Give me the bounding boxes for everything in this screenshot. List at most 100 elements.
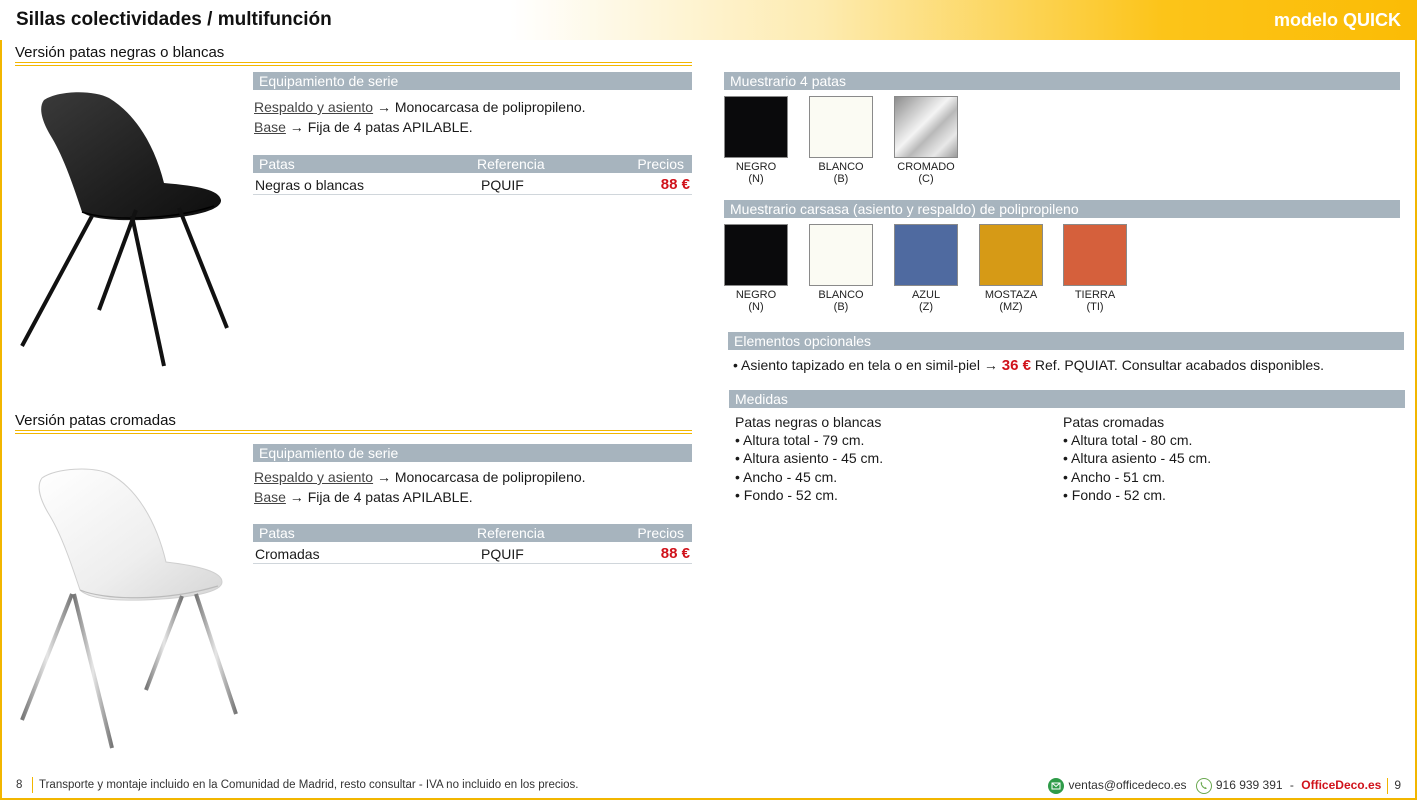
swatch-color [809,224,873,286]
black-chair-image [20,92,229,367]
optional-text-before: Asiento tapizado en tela o en simil-piel… [741,357,998,373]
swatch-legs-chrome[interactable]: CROMADO (C) [893,96,959,185]
section-rule [15,62,692,66]
base-label: Base [254,489,286,505]
equipment-bar: Equipamiento de serie [253,444,692,462]
col-referencia: Referencia [477,156,545,172]
swatch-code: (TI) [1086,301,1104,313]
swatch-legs-white[interactable]: BLANCO (B) [808,96,874,185]
col-patas: Patas [259,525,295,541]
section-rule [15,430,692,434]
equipment-line-base: Base → Fija de 4 patas APILABLE. [254,119,473,135]
swatch-code: (N) [748,173,764,185]
footer-dash: - [1289,778,1294,792]
base-text: → Fija de 4 patas APILABLE. [285,119,473,135]
phone-icon [1195,777,1212,794]
footer-note-text: Transporte y montaje incluido en la Comu… [39,779,579,791]
email-icon [1048,777,1065,794]
measures-col2-heading: Patas cromadas [1063,414,1165,430]
equipment-line-shell: Respaldo y asiento → Monocarcasa de poli… [254,99,586,115]
base-label: Base [254,119,286,135]
shell-label: Respaldo y asiento [254,469,374,485]
measure-item: • Ancho - 45 cm. [735,469,838,485]
shell-text: → Monocarcasa de polipropileno. [373,469,586,485]
row-ref: PQUIF [481,546,524,562]
optional-price: 36 € [1001,357,1031,374]
page-header: Sillas colectividades / multifunción mod… [0,0,1417,40]
footer-separator [1387,777,1389,794]
page-title: Sillas colectividades / multifunción [16,9,332,30]
swatch-name: AZUL [911,289,941,301]
email-link[interactable]: ventas@officedeco.es [1068,778,1186,792]
version-chrome-title: Versión patas cromadas [15,412,176,429]
page-number-left: 8 [16,779,23,791]
equipment-line-base: Base → Fija de 4 patas APILABLE. [254,489,473,505]
shell-text: → Monocarcasa de polipropileno. [373,99,586,115]
table-row: Cromadas PQUIF 88 € [253,544,692,564]
measure-item: • Altura asiento - 45 cm. [1063,450,1212,466]
swatch-name: MOSTAZA [984,289,1038,301]
measure-item: • Fondo - 52 cm. [735,487,838,503]
swatch-color [894,224,958,286]
price-table-header: Patas Referencia Precios [253,524,692,542]
measure-item: • Altura total - 80 cm. [1063,432,1193,448]
row-patas: Negras o blancas [255,177,364,193]
measure-item: • Fondo - 52 cm. [1063,487,1166,503]
row-price: 88 € [660,545,690,562]
equipment-bar: Equipamiento de serie [253,72,692,90]
swatch-color [724,224,788,286]
swatch-name: BLANCO [818,161,864,173]
swatch-color [894,96,958,158]
price-table-header: Patas Referencia Precios [253,155,692,173]
swatch-name: NEGRO [735,161,777,173]
swatch-color [809,96,873,158]
equipment-line-shell: Respaldo y asiento → Monocarcasa de poli… [254,469,586,485]
model-name: modelo QUICK [1273,10,1401,30]
swatch-shell-earth[interactable]: TIERRA (TI) [1062,224,1128,313]
base-text: → Fija de 4 patas APILABLE. [285,489,473,505]
footer-contact: ventas@officedeco.es 916 939 391 - Offic… [1048,776,1401,794]
version-black-white-title: Versión patas negras o blancas [15,44,225,61]
swatch-color [724,96,788,158]
swatch-shell-blue[interactable]: AZUL (Z) [893,224,959,313]
swatch-name: CROMADO [897,161,955,173]
bullet: • [733,357,738,373]
measure-item: • Altura total - 79 cm. [735,432,865,448]
swatch-name: NEGRO [735,289,777,301]
row-price: 88 € [660,176,690,193]
swatch-name: TIERRA [1074,289,1116,301]
white-chair-image [20,468,238,749]
measure-item: • Altura asiento - 45 cm. [735,450,884,466]
swatch-code: (N) [748,301,764,313]
phone-number[interactable]: 916 939 391 [1216,778,1283,792]
col-referencia: Referencia [477,525,545,541]
optional-item: • Asiento tapizado en tela o en simil-pi… [733,357,1324,374]
measure-item: • Ancho - 51 cm. [1063,469,1166,485]
swatch-code: (B) [833,173,849,185]
optional-elements-bar: Elementos opcionales [728,332,1404,350]
row-ref: PQUIF [481,177,524,193]
swatch-shell-mustard[interactable]: MOSTAZA (MZ) [978,224,1044,313]
legs-samples-bar: Muestrario 4 patas [724,72,1400,90]
page-number-right: 9 [1394,778,1401,792]
footer-separator [32,776,33,793]
brand-link[interactable]: OfficeDeco.es [1301,778,1381,792]
col-patas: Patas [259,156,295,172]
swatch-code: (C) [918,173,934,185]
swatch-legs-black[interactable]: NEGRO (N) [723,96,789,185]
shell-samples-bar: Muestrario carsasa (asiento y respaldo) … [724,200,1400,218]
col-precios: Precios [637,156,684,172]
swatch-code: (MZ) [999,301,1023,313]
col-precios: Precios [637,525,684,541]
swatch-name: BLANCO [818,289,864,301]
swatch-color [979,224,1043,286]
swatch-shell-black[interactable]: NEGRO (N) [723,224,789,313]
swatch-color [1063,224,1127,286]
swatch-code: (B) [833,301,849,313]
swatch-code: (Z) [918,301,934,313]
optional-text-after: Ref. PQUIAT. Consultar acabados disponib… [1034,357,1325,373]
shell-label: Respaldo y asiento [254,99,374,115]
measures-col1-heading: Patas negras o blancas [735,414,882,430]
table-row: Negras o blancas PQUIF 88 € [253,175,692,195]
swatch-shell-white[interactable]: BLANCO (B) [808,224,874,313]
